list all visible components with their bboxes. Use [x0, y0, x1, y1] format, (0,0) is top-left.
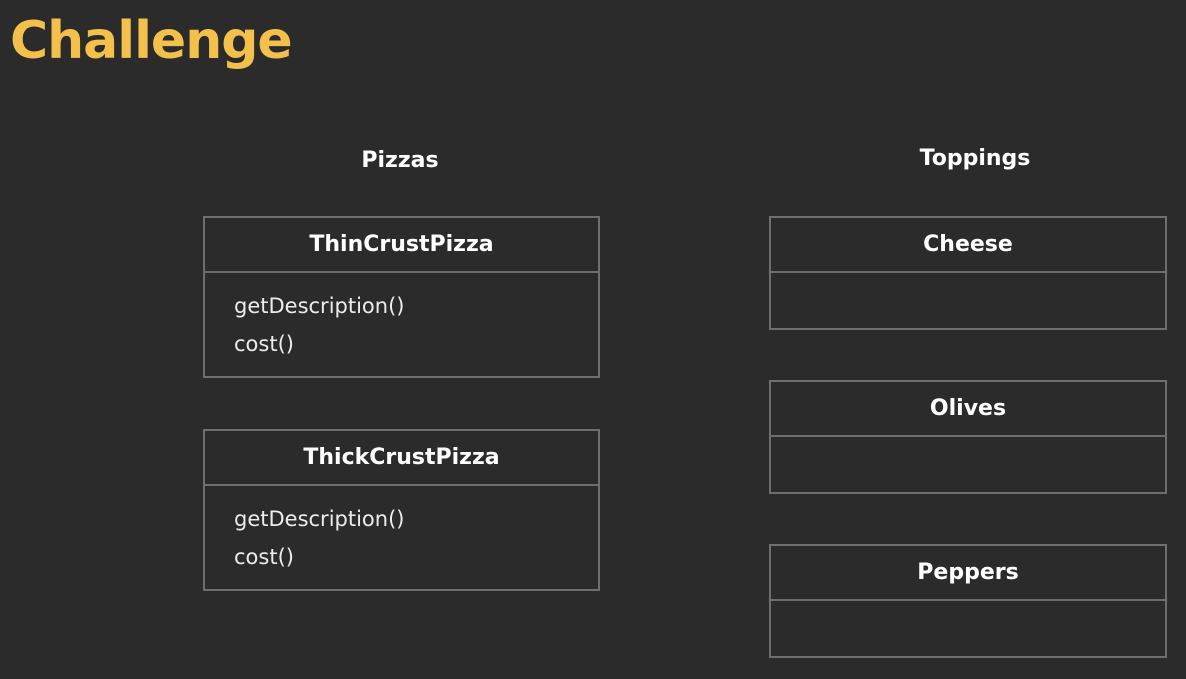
method-item: getDescription()	[234, 507, 405, 531]
class-name: Olives	[771, 382, 1165, 437]
pizzas-heading: Pizzas	[361, 148, 439, 173]
class-box-cheese: Cheese	[769, 216, 1167, 330]
class-box-peppers: Peppers	[769, 544, 1167, 658]
method-item: cost()	[234, 332, 294, 356]
slide-title: Challenge	[10, 11, 293, 71]
class-box-thick-crust-pizza: ThickCrustPizza getDescription() cost()	[203, 429, 600, 591]
class-methods: getDescription() cost()	[205, 273, 598, 363]
class-name: ThinCrustPizza	[205, 218, 598, 273]
class-methods: getDescription() cost()	[205, 486, 598, 576]
toppings-heading: Toppings	[919, 146, 1031, 171]
class-methods-empty	[771, 273, 1165, 287]
slide: Challenge Pizzas Toppings ThinCrustPizza…	[0, 0, 1186, 679]
method-item: cost()	[234, 545, 294, 569]
class-methods-empty	[771, 601, 1165, 615]
method-item: getDescription()	[234, 294, 405, 318]
class-box-olives: Olives	[769, 380, 1167, 494]
class-methods-empty	[771, 437, 1165, 451]
class-name: ThickCrustPizza	[205, 431, 598, 486]
class-box-thin-crust-pizza: ThinCrustPizza getDescription() cost()	[203, 216, 600, 378]
class-name: Peppers	[771, 546, 1165, 601]
class-name: Cheese	[771, 218, 1165, 273]
